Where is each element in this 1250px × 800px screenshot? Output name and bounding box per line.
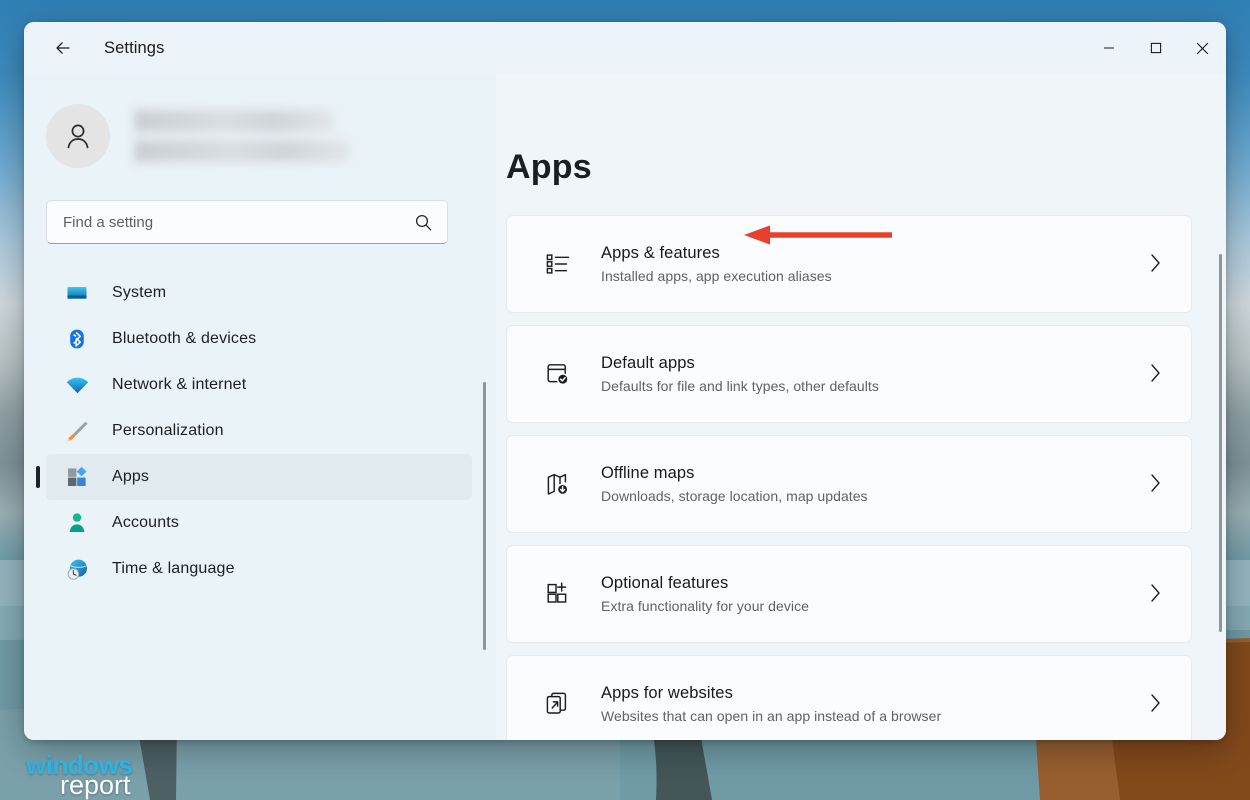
monitor-icon: [64, 280, 90, 306]
sidebar-item-network-internet[interactable]: Network & internet: [46, 362, 472, 408]
card-apps-for-websites[interactable]: Apps for websites Websites that can open…: [506, 655, 1192, 740]
sidebar-item-bluetooth-devices[interactable]: Bluetooth & devices: [46, 316, 472, 362]
card-text: Offline maps Downloads, storage location…: [601, 464, 868, 504]
window-body: System Bluetooth & devices: [24, 74, 1226, 740]
card-text: Apps & features Installed apps, app exec…: [601, 244, 832, 284]
settings-card-list: Apps & features Installed apps, app exec…: [496, 215, 1226, 740]
minimize-button[interactable]: [1085, 22, 1132, 74]
watermark-line2: report: [60, 772, 196, 799]
bluetooth-icon: [64, 326, 90, 352]
search-box[interactable]: [46, 200, 448, 244]
settings-window: Settings: [24, 22, 1226, 740]
sidebar: System Bluetooth & devices: [24, 74, 496, 740]
add-feature-icon: [541, 577, 575, 611]
person-icon: [64, 510, 90, 536]
sidebar-item-label: Time & language: [112, 560, 235, 578]
main-scrollbar-thumb[interactable]: [1219, 254, 1222, 632]
sidebar-item-label: Bluetooth & devices: [112, 330, 256, 348]
window-controls: [1085, 22, 1226, 74]
card-title: Optional features: [601, 574, 809, 593]
clock-globe-icon: [64, 556, 90, 582]
sidebar-item-label: Apps: [112, 468, 149, 486]
redacted-name-line: [134, 110, 334, 132]
external-link-icon: [541, 687, 575, 721]
app-title: Settings: [104, 39, 164, 58]
card-title: Default apps: [601, 354, 879, 373]
account-name-redacted: [134, 110, 350, 162]
page-title: Apps: [506, 148, 1226, 187]
chevron-right-icon: [1148, 692, 1163, 719]
card-title: Apps & features: [601, 244, 832, 263]
card-subtitle: Websites that can open in an app instead…: [601, 708, 941, 724]
selected-indicator: [36, 466, 40, 488]
map-download-icon: [541, 467, 575, 501]
list-bullet-icon: [541, 247, 575, 281]
card-subtitle: Defaults for file and link types, other …: [601, 378, 879, 394]
card-text: Optional features Extra functionality fo…: [601, 574, 809, 614]
card-title: Offline maps: [601, 464, 868, 483]
sidebar-item-personalization[interactable]: Personalization: [46, 408, 472, 454]
search-input[interactable]: [63, 214, 383, 231]
sidebar-item-label: Personalization: [112, 422, 224, 440]
sidebar-item-time-language[interactable]: Time & language: [46, 546, 472, 592]
sidebar-nav: System Bluetooth & devices: [24, 270, 496, 592]
wifi-icon: [64, 372, 90, 398]
card-default-apps[interactable]: Default apps Defaults for file and link …: [506, 325, 1192, 423]
card-text: Apps for websites Websites that can open…: [601, 684, 941, 724]
chevron-right-icon: [1148, 362, 1163, 389]
main-content: Apps Apps & features: [496, 74, 1226, 740]
user-avatar-icon: [46, 104, 110, 168]
card-text: Default apps Defaults for file and link …: [601, 354, 879, 394]
close-button[interactable]: [1179, 22, 1226, 74]
watermark: windows report: [26, 752, 196, 800]
sidebar-item-apps[interactable]: Apps: [46, 454, 472, 500]
sidebar-item-label: Network & internet: [112, 376, 246, 394]
maximize-button[interactable]: [1132, 22, 1179, 74]
card-subtitle: Downloads, storage location, map updates: [601, 488, 868, 504]
card-subtitle: Extra functionality for your device: [601, 598, 809, 614]
chevron-right-icon: [1148, 582, 1163, 609]
chevron-right-icon: [1148, 472, 1163, 499]
card-apps-and-features[interactable]: Apps & features Installed apps, app exec…: [506, 215, 1192, 313]
back-arrow-icon[interactable]: [46, 31, 80, 65]
default-app-check-icon: [541, 357, 575, 391]
chevron-right-icon: [1148, 252, 1163, 279]
account-block[interactable]: [46, 104, 496, 168]
sidebar-scrollbar-thumb[interactable]: [483, 382, 486, 650]
sidebar-item-label: System: [112, 284, 166, 302]
paintbrush-icon: [64, 418, 90, 444]
sidebar-item-accounts[interactable]: Accounts: [46, 500, 472, 546]
card-optional-features[interactable]: Optional features Extra functionality fo…: [506, 545, 1192, 643]
sidebar-item-label: Accounts: [112, 514, 179, 532]
card-title: Apps for websites: [601, 684, 941, 703]
search-icon: [414, 213, 433, 237]
window-titlebar: Settings: [24, 22, 1226, 74]
card-offline-maps[interactable]: Offline maps Downloads, storage location…: [506, 435, 1192, 533]
redacted-email-line: [134, 140, 350, 162]
card-subtitle: Installed apps, app execution aliases: [601, 268, 832, 284]
sidebar-item-system[interactable]: System: [46, 270, 472, 316]
apps-grid-icon: [64, 464, 90, 490]
